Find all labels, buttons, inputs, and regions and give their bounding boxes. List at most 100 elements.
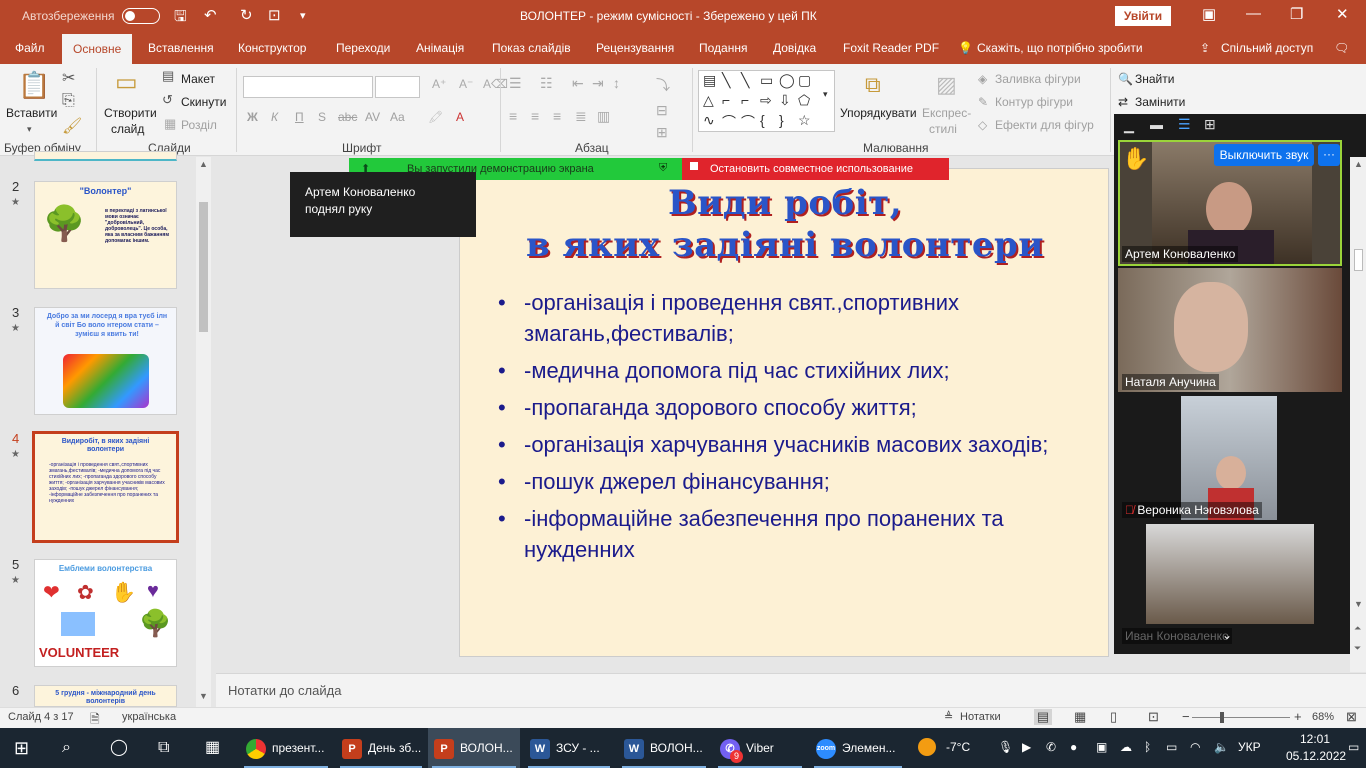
scroll-up-icon[interactable]: ▲ <box>199 159 208 169</box>
change-case-button[interactable]: Aa <box>390 110 405 124</box>
taskbar-item-viber[interactable]: ✆ 9 Viber <box>714 728 806 768</box>
shape-textbox-icon[interactable]: ▤ <box>703 72 716 89</box>
clock-time[interactable]: 12:01 <box>1300 732 1330 746</box>
thumbnails-scrollbar[interactable]: ▲ ▼ <box>196 157 211 707</box>
text-direction-icon[interactable]: ⤵ <box>656 75 670 95</box>
copy-icon[interactable]: ⎘ <box>62 92 75 110</box>
shape-outline-button[interactable]: Контур фігури <box>995 95 1073 109</box>
shape-oval-icon[interactable]: ◯ <box>779 72 795 89</box>
zoom-slider-thumb[interactable] <box>1220 712 1224 723</box>
shape-down-arrow-icon[interactable]: ⇩ <box>779 92 791 109</box>
arrange-button[interactable]: Упорядкувати <box>840 106 917 120</box>
minimize-icon[interactable]: — <box>1246 5 1261 22</box>
tell-me-search[interactable]: Скажіть, що потрібно зробити <box>977 41 1143 55</box>
taskbar-item-chrome[interactable]: презент... <box>240 728 332 768</box>
tab-help[interactable]: Довідка <box>773 41 816 55</box>
shape-curve-icon[interactable]: ∿ <box>703 112 715 129</box>
thumbnail-slide-5[interactable]: Емблеми волонтерства ❤ ✿ ✋ ♥ 🌳 VOLUNTEER <box>34 559 177 667</box>
paste-button[interactable]: Вставити <box>6 106 57 120</box>
volume-icon[interactable]: 🔈 <box>1214 740 1229 754</box>
scrollbar-thumb[interactable] <box>199 202 208 332</box>
taskbar-item-word-2[interactable]: W ВОЛОН... <box>618 728 710 768</box>
taskbar-item-zoom[interactable]: zoom Элемен... <box>810 728 906 768</box>
tab-foxit[interactable]: Foxit Reader PDF <box>843 41 939 55</box>
clear-format-icon[interactable]: A⌫ <box>483 77 508 91</box>
format-painter-icon[interactable]: 🖌 <box>62 116 82 136</box>
bold-button[interactable]: Ж <box>247 110 258 124</box>
shape-brace-right-icon[interactable]: } <box>779 112 784 128</box>
shape-arc-icon[interactable]: ⌒ <box>722 112 736 132</box>
tab-home[interactable]: Основне <box>62 34 133 66</box>
sign-in-button[interactable]: Увійти <box>1115 6 1171 26</box>
strip-view-icon[interactable]: ☰ <box>1178 116 1191 133</box>
scroll-up-icon[interactable]: ▲ <box>1354 159 1363 169</box>
zoom-out-icon[interactable]: − <box>1182 709 1190 724</box>
numbering-icon[interactable]: ☷ <box>540 75 553 92</box>
participant-video[interactable]: ✋ Выключить звук ··· Артем Коноваленко <box>1118 140 1342 266</box>
quick-styles-button-line2[interactable]: стилі <box>929 122 957 136</box>
reading-view-icon[interactable]: ▯ <box>1110 709 1117 725</box>
shape-arc2-icon[interactable]: ⌒ <box>741 112 755 132</box>
next-slide-icon[interactable]: ⏷ <box>1354 643 1361 654</box>
notes-pane[interactable]: Нотатки до слайда <box>216 673 1366 707</box>
fit-to-window-icon[interactable]: ⊠ <box>1346 709 1357 725</box>
windows-start-icon[interactable]: ⊞ <box>14 728 29 768</box>
shape-elbow-icon[interactable]: ⌐ <box>722 92 730 108</box>
maximize-icon[interactable]: ❐ <box>1290 5 1303 23</box>
align-center-icon[interactable]: ≡ <box>531 108 539 124</box>
italic-button[interactable]: К <box>271 110 278 124</box>
shape-right-arrow-icon[interactable]: ⇨ <box>760 92 772 109</box>
weather-icon[interactable]: ☀ <box>918 738 936 756</box>
stop-sharing-button[interactable]: ■ Остановить совместное использование <box>682 158 949 180</box>
zoom-level[interactable]: 68% <box>1312 711 1334 723</box>
share-button[interactable]: Спільний доступ <box>1221 41 1313 55</box>
shape-line-icon[interactable]: ╲ <box>722 72 730 89</box>
slide-vertical-scrollbar[interactable]: ▲ ▼ ⏶ ⏷ <box>1350 157 1366 672</box>
shapes-gallery[interactable]: ▤ ╲ ╲ ▭ ◯ ▢ △ ⌐ ⌐ ⇨ ⇩ ⬠ ∿ ⌒ ⌒ { } ☆ ▾ <box>698 70 835 132</box>
slideshow-start-icon[interactable]: ⊡ <box>268 6 281 24</box>
shape-fill-button[interactable]: Заливка фігури <box>995 72 1081 86</box>
close-icon[interactable]: ✕ <box>1336 5 1349 23</box>
section-button[interactable]: Розділ <box>181 118 217 132</box>
bluetooth-icon[interactable]: ᛒ <box>1144 740 1151 754</box>
cut-icon[interactable]: ✂ <box>62 68 75 88</box>
tab-file[interactable]: Файл <box>15 41 45 55</box>
slide-sorter-icon[interactable]: ▦ <box>1074 709 1086 725</box>
video-icon[interactable]: ▶ <box>1022 740 1031 754</box>
paste-icon[interactable]: 📋 <box>18 70 50 101</box>
battery-icon[interactable]: ▭ <box>1166 740 1177 754</box>
shape-elbow2-icon[interactable]: ⌐ <box>741 92 749 108</box>
language-indicator[interactable]: українська <box>122 711 176 723</box>
notifications-icon[interactable]: ▭ <box>1348 740 1359 754</box>
grow-font-icon[interactable]: A⁺ <box>432 77 446 91</box>
redo-icon[interactable]: ↻ <box>240 6 253 24</box>
strikethrough-button[interactable]: abc <box>338 110 357 124</box>
scroll-down-icon[interactable]: ▼ <box>1354 599 1363 609</box>
replace-button[interactable]: Замінити <box>1135 95 1185 109</box>
shape-star-icon[interactable]: ☆ <box>798 112 811 129</box>
zoom-in-icon[interactable]: + <box>1294 709 1302 724</box>
cloud-tray-icon[interactable]: ☁ <box>1120 740 1132 754</box>
app-tray-icon[interactable]: ▣ <box>1096 740 1107 754</box>
font-size-field[interactable] <box>375 76 420 98</box>
new-slide-button[interactable]: Створити <box>104 106 157 120</box>
shape-brace-left-icon[interactable]: { <box>760 112 765 128</box>
scroll-down-icon[interactable]: ▼ <box>199 691 208 701</box>
mute-participant-button[interactable]: Выключить звук <box>1214 144 1314 166</box>
taskbar-item-powerpoint-1[interactable]: P День зб... <box>336 728 426 768</box>
tab-animations[interactable]: Анімація <box>416 41 464 55</box>
shape-effects-button[interactable]: Ефекти для фігур <box>995 118 1094 132</box>
ribbon-display-icon[interactable]: ▣ <box>1202 5 1216 23</box>
char-spacing-button[interactable]: AV <box>365 110 380 124</box>
mic-icon[interactable]: 🎙 <box>998 740 1013 754</box>
comments-icon[interactable]: 🗨 <box>1334 41 1349 55</box>
zoom-tray-icon[interactable]: ● <box>1070 740 1077 754</box>
calculator-icon[interactable]: ▦ <box>205 728 220 768</box>
highlight-icon[interactable]: 🖍 <box>428 110 443 124</box>
quick-styles-button[interactable]: Експрес- <box>922 106 971 120</box>
smartart-icon[interactable]: ⊞ <box>656 124 668 141</box>
clock-date[interactable]: 05.12.2022 <box>1286 749 1346 763</box>
thumbnail-slide-6[interactable]: 5 грудня - міжнародний день волонтерів <box>34 685 177 707</box>
shape-pentagon-icon[interactable]: ⬠ <box>798 92 810 109</box>
minimize-panel-icon[interactable]: ▁ <box>1124 118 1134 134</box>
